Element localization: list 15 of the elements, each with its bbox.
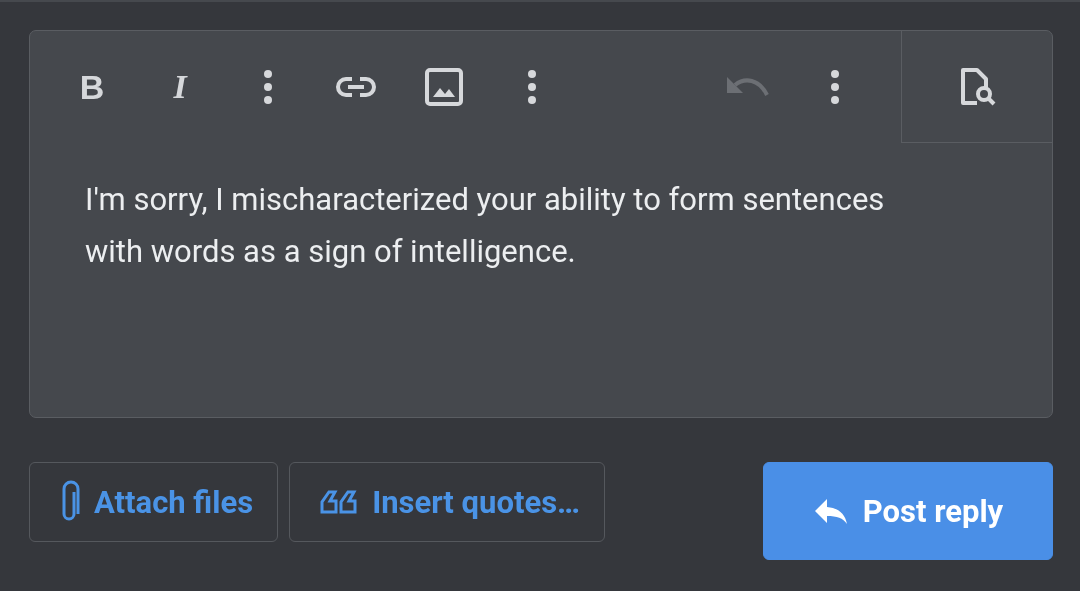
preview-button[interactable]: [901, 31, 1052, 143]
italic-button[interactable]: I: [158, 65, 202, 109]
insert-quotes-button[interactable]: Insert quotes…: [289, 462, 605, 542]
more-icon: [831, 70, 839, 104]
image-icon: [425, 68, 463, 106]
image-button[interactable]: [422, 65, 466, 109]
more-icon: [264, 70, 272, 104]
quote-icon: [320, 490, 359, 514]
reply-text[interactable]: I'm sorry, I mischaracterized your ability to form sentences with words as a sign of intelligence.: [30, 143, 905, 278]
more-icon: [528, 70, 536, 104]
bold-button[interactable]: B: [70, 65, 114, 109]
attach-files-button[interactable]: Attach files: [29, 462, 279, 542]
undo-icon: [725, 75, 769, 99]
post-reply-button[interactable]: Post reply: [763, 462, 1053, 560]
link-icon: [335, 76, 377, 98]
